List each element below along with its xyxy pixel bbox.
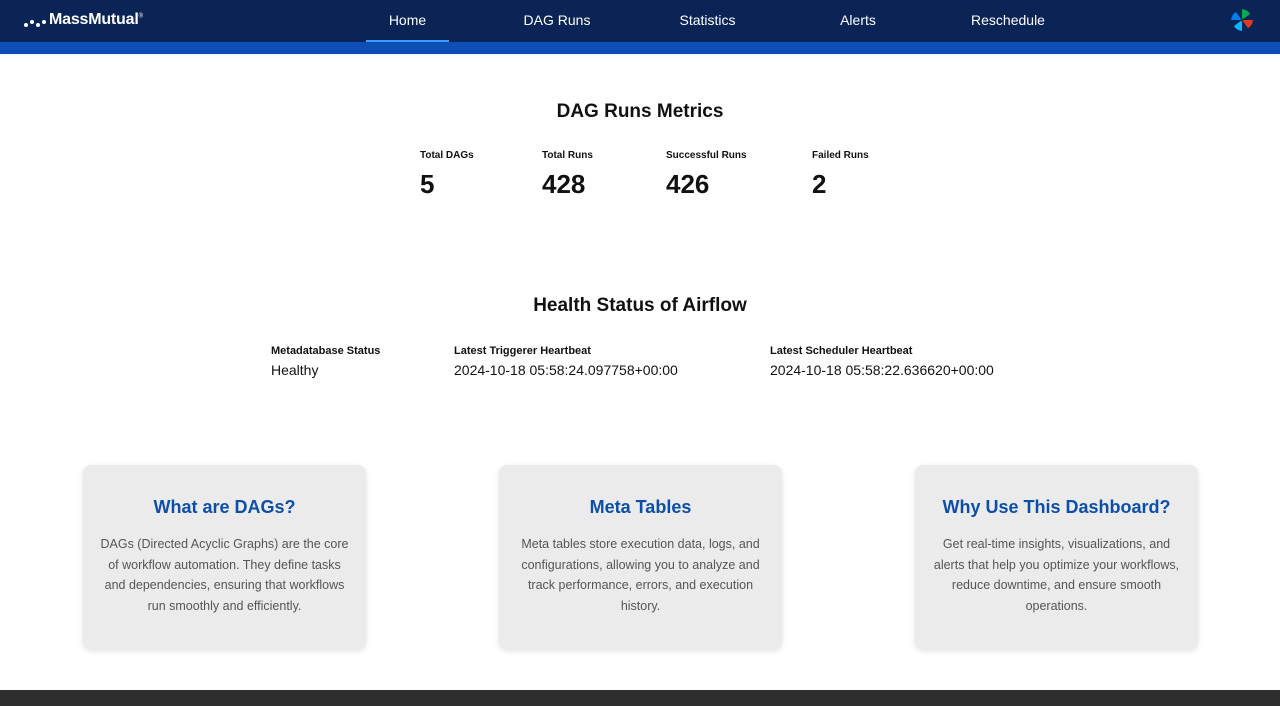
metric-label: Total Runs xyxy=(542,150,593,161)
nav-accent-bar xyxy=(0,42,1280,54)
metric-label: Failed Runs xyxy=(812,150,869,161)
health-value: Healthy xyxy=(271,362,319,378)
info-card-why-dashboard: Why Use This Dashboard? Get real-time in… xyxy=(915,465,1198,649)
metric-label: Total DAGs xyxy=(420,150,474,161)
health-label: Metadatabase Status xyxy=(271,345,381,357)
health-label: Latest Scheduler Heartbeat xyxy=(770,345,913,357)
metric-value: 426 xyxy=(666,169,710,199)
nav-reschedule[interactable]: Reschedule xyxy=(960,0,1056,42)
nav-home-label: Home xyxy=(388,12,427,28)
metric-value: 428 xyxy=(542,169,586,199)
card-title: What are DAGs? xyxy=(153,497,296,517)
metric-value: 5 xyxy=(420,169,435,199)
nav-alerts-label: Alerts xyxy=(840,12,876,28)
health-label: Latest Triggerer Heartbeat xyxy=(454,345,591,357)
main-nav: Home DAG Runs Statistics Alerts Reschedu… xyxy=(0,0,1280,42)
nav-alerts[interactable]: Alerts xyxy=(823,0,893,42)
metrics-title: DAG Runs Metrics xyxy=(556,101,724,122)
top-navbar: MassMutual® Home DAG Runs Statistics Ale… xyxy=(0,0,1280,42)
health-triggerer: Latest Triggerer Heartbeat 2024-10-18 05… xyxy=(454,345,678,378)
nav-statistics[interactable]: Statistics xyxy=(664,0,751,42)
card-body: Meta tables store execution data, logs, … xyxy=(521,537,760,613)
footer-bar xyxy=(0,690,1280,706)
info-card-dags: What are DAGs? DAGs (Directed Acyclic Gr… xyxy=(83,465,366,649)
health-value: 2024-10-18 05:58:24.097758+00:00 xyxy=(454,362,678,378)
metric-value: 2 xyxy=(812,169,827,199)
health-value: 2024-10-18 05:58:22.636620+00:00 xyxy=(770,362,994,378)
nav-home[interactable]: Home xyxy=(366,0,449,42)
metric-label: Successful Runs xyxy=(666,150,747,161)
nav-reschedule-label: Reschedule xyxy=(971,12,1045,28)
metric-successful-runs: Successful Runs 426 xyxy=(666,150,747,200)
nav-dag-runs[interactable]: DAG Runs xyxy=(512,0,602,42)
nav-dag-runs-label: DAG Runs xyxy=(523,12,591,28)
health-scheduler: Latest Scheduler Heartbeat 2024-10-18 05… xyxy=(770,345,994,378)
metric-total-dags: Total DAGs 5 xyxy=(420,150,474,200)
health-title: Health Status of Airflow xyxy=(533,295,747,316)
airflow-pinwheel-icon[interactable] xyxy=(1230,8,1254,32)
card-title: Meta Tables xyxy=(589,497,692,517)
metric-total-runs: Total Runs 428 xyxy=(542,150,593,200)
health-metadatabase: Metadatabase Status Healthy xyxy=(271,345,380,378)
metric-failed-runs: Failed Runs 2 xyxy=(812,150,869,200)
card-title: Why Use This Dashboard? xyxy=(942,497,1171,517)
info-card-meta-tables: Meta Tables Meta tables store execution … xyxy=(499,465,782,649)
nav-statistics-label: Statistics xyxy=(679,12,736,28)
card-body: Get real-time insights, visualizations, … xyxy=(933,537,1180,613)
card-body: DAGs (Directed Acyclic Graphs) are the c… xyxy=(100,537,349,613)
